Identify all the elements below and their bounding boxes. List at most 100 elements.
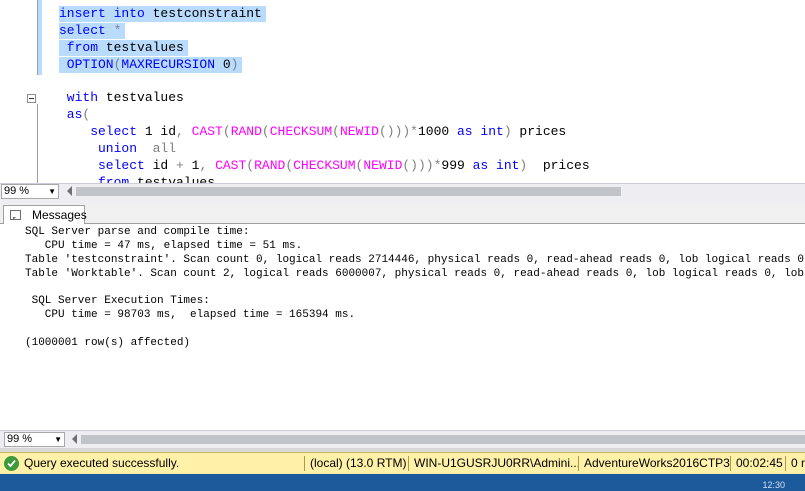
messages-icon — [10, 210, 21, 220]
taskbar-clock: 12:30 — [762, 480, 785, 490]
code-token: ( — [82, 107, 91, 122]
code-token: testconstraint — [152, 6, 262, 21]
scroll-left-icon[interactable] — [67, 186, 72, 196]
results-tab-strip: Messages — [0, 204, 805, 225]
code-line: union all — [59, 141, 176, 157]
editor-zoom-value: 99 % — [4, 185, 30, 197]
message-line: CPU time = 47 ms, elapsed time = 51 ms. — [25, 240, 303, 252]
message-line: CPU time = 98703 ms, elapsed time = 1653… — [25, 309, 356, 321]
code-token: 0 — [222, 57, 231, 72]
status-separator — [578, 456, 579, 471]
code-token: testvalues — [105, 90, 184, 105]
code-token: prices — [542, 158, 590, 173]
results-status-bar: 99 % ▼ — [0, 430, 805, 448]
query-editor[interactable]: insert into testconstraint select * from … — [0, 0, 805, 183]
code-token: CAST — [215, 158, 247, 173]
code-token: , — [176, 124, 192, 139]
editor-status-bar: 99 % ▼ — [0, 183, 805, 200]
code-line: select * — [59, 23, 126, 39]
status-separator — [304, 456, 305, 471]
status-separator — [730, 456, 731, 471]
code-token: CAST — [191, 124, 223, 139]
code-token: 999 — [441, 158, 473, 173]
code-token: select — [59, 23, 114, 38]
status-separator — [785, 456, 786, 471]
code-token: into — [113, 6, 153, 21]
outline-line — [37, 104, 38, 183]
code-token: OPTION — [59, 57, 114, 72]
code-line: from testvalues — [59, 175, 215, 183]
code-token: testvalues — [105, 40, 184, 55]
code-token: ) — [519, 158, 543, 173]
results-zoom-select[interactable]: 99 % ▼ — [4, 432, 65, 447]
code-token: NEWID — [363, 158, 403, 173]
code-line: insert into testconstraint — [59, 6, 266, 22]
code-token: ( — [246, 158, 255, 173]
chevron-down-icon: ▼ — [54, 435, 62, 444]
messages-pane[interactable]: SQL Server parse and compile time: CPU t… — [0, 224, 805, 430]
query-status-bar: Query executed successfully. (local) (13… — [0, 452, 805, 474]
chevron-down-icon: ▼ — [48, 187, 56, 196]
code-token: CHECKSUM — [293, 158, 356, 173]
horizontal-scrollbar[interactable] — [76, 187, 621, 196]
code-token: as — [472, 158, 497, 173]
tab-messages[interactable]: Messages — [3, 205, 87, 225]
code-token: union — [59, 141, 153, 156]
code-token: int — [480, 124, 504, 139]
message-line: (1000001 row(s) affected) — [25, 337, 191, 349]
editor-gutter — [0, 0, 25, 183]
collapse-toggle-icon[interactable] — [27, 94, 36, 103]
code-token: RAND — [230, 124, 262, 139]
message-line: SQL Server parse and compile time: — [25, 226, 250, 238]
taskbar: 12:30 — [0, 474, 805, 491]
code-token: as — [59, 107, 83, 122]
code-token: CHECKSUM — [269, 124, 333, 139]
code-token: int — [496, 158, 520, 173]
message-line: Table 'testconstraint'. Scan count 0, lo… — [25, 254, 805, 266]
status-elapsed: 00:02:45 — [736, 456, 783, 470]
code-token: select — [59, 158, 153, 173]
status-separator — [408, 456, 409, 471]
code-token: RAND — [254, 158, 286, 173]
code-token: 1 id — [144, 124, 177, 139]
results-zoom-value: 99 % — [7, 433, 33, 445]
success-check-icon — [4, 456, 19, 471]
code-token: id — [152, 158, 177, 173]
code-token: + — [176, 158, 192, 173]
status-server: (local) (13.0 RTM) — [310, 456, 407, 470]
editor-zoom-select[interactable]: 99 % ▼ — [1, 184, 59, 199]
message-line: Table 'Worktable'. Scan count 2, logical… — [25, 268, 804, 280]
scroll-left-icon[interactable] — [72, 434, 77, 444]
horizontal-scrollbar[interactable] — [81, 435, 805, 444]
code-token: MAXRECURSION — [121, 57, 223, 72]
code-token: ()))* — [402, 158, 442, 173]
message-line: SQL Server Execution Times: — [25, 295, 210, 307]
code-token: ( — [261, 124, 270, 139]
code-line: OPTION(MAXRECURSION 0) — [59, 57, 243, 73]
code-token: from — [59, 175, 138, 183]
code-line: select id + 1, CAST(RAND(CHECKSUM(NEWID(… — [59, 158, 590, 174]
code-line: with testvalues — [59, 90, 184, 106]
code-token: all — [152, 141, 177, 156]
status-login: WIN-U1GUSRJU0RR\Admini... — [414, 456, 581, 470]
code-token: ( — [332, 124, 340, 139]
code-line: from testvalues — [59, 40, 188, 56]
code-token: ) — [503, 124, 520, 139]
code-token: select — [59, 124, 145, 139]
status-message: Query executed successfully. — [24, 456, 180, 470]
code-token: prices — [519, 124, 567, 139]
code-line: as( — [59, 107, 90, 123]
code-token: 1000 — [417, 124, 457, 139]
code-token: ( — [285, 158, 294, 173]
code-token: testvalues — [137, 175, 216, 183]
status-rows: 0 r — [791, 456, 805, 470]
code-token: ()))* — [378, 124, 418, 139]
tab-messages-label: Messages — [32, 208, 87, 222]
code-token: ( — [222, 124, 231, 139]
selection-bar — [38, 0, 42, 75]
code-token: as — [457, 124, 481, 139]
code-token: * — [113, 23, 122, 38]
code-token: NEWID — [339, 124, 379, 139]
code-token: insert — [59, 6, 114, 21]
code-token: from — [59, 40, 106, 55]
